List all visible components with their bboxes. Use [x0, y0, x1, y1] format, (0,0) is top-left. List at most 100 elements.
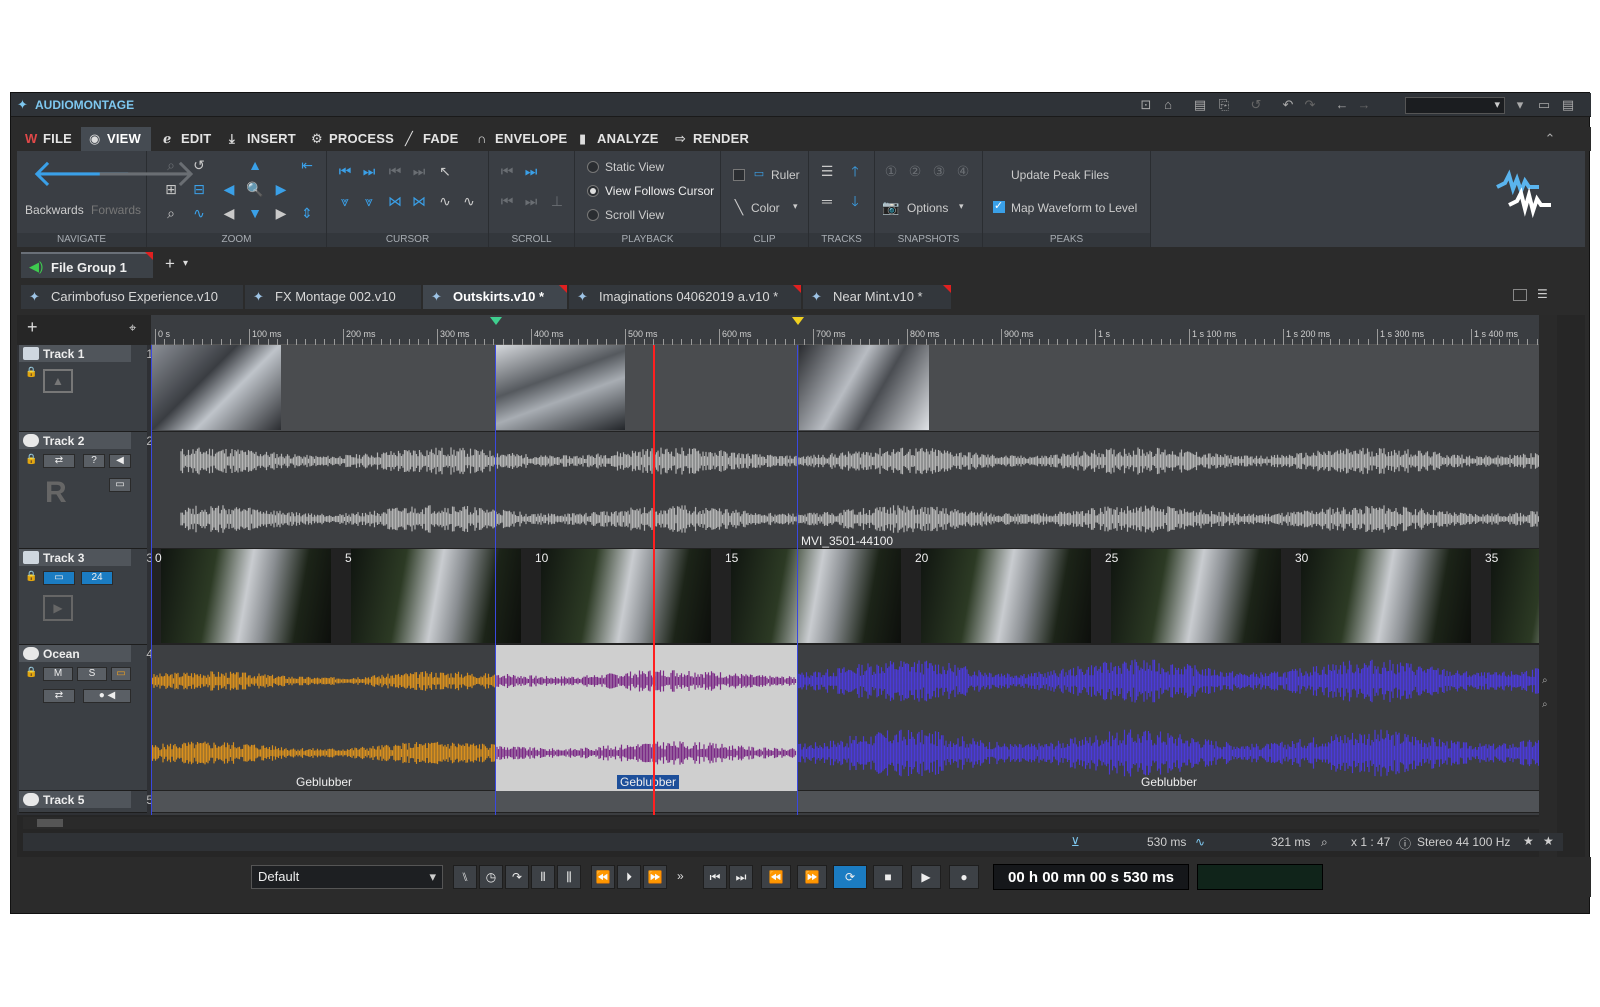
star-icon[interactable]: ★ — [1543, 834, 1554, 848]
transport-preset-dropdown[interactable]: Default — [251, 865, 443, 889]
scroll-center-icon[interactable]: ⊥ — [547, 191, 567, 211]
time-ruler[interactable]: 0 s 100 ms 200 ms 300 ms 400 ms 500 ms 600 ms 7… — [151, 315, 1557, 345]
map-waveform-checkbox[interactable] — [993, 199, 1005, 213]
update-peak-files-button[interactable]: Update Peak Files — [1011, 168, 1109, 182]
zoom-selection-icon[interactable]: ⊟ — [189, 179, 209, 199]
back-icon[interactable]: ← — [1333, 96, 1351, 114]
save-as-icon[interactable]: ⎘ — [1215, 96, 1233, 114]
tab-render[interactable]: ⇨ RENDER — [667, 127, 757, 151]
doc-tab[interactable]: ✦ Near Mint.v10 * — [803, 285, 951, 309]
file-group-dropdown-icon[interactable]: ▾ — [183, 258, 188, 269]
clock-icon[interactable]: ◷ — [479, 865, 503, 889]
snapshot-1-icon[interactable]: ① — [881, 161, 901, 181]
effects-button[interactable]: ⇄ — [43, 454, 75, 468]
track-lane[interactable]: Geblubber Geblubber Geblubber — [151, 645, 1539, 791]
more-icon[interactable]: » — [677, 869, 684, 883]
cursor-clip-end-icon[interactable]: ⩔ — [359, 191, 379, 211]
zoom-wave-icon[interactable]: ∿ — [189, 203, 209, 223]
zoom-undo-icon[interactable]: ↺ — [189, 155, 209, 175]
lock-icon[interactable]: 🔒 — [25, 454, 37, 465]
track-list-icon[interactable]: ☰ — [817, 161, 837, 181]
ruler-label[interactable]: Ruler — [771, 168, 800, 182]
zoom-in-icon[interactable]: ⌕ — [1542, 675, 1548, 686]
tab-analyze[interactable]: ▮ ANALYZE — [571, 127, 667, 151]
record-icon[interactable]: ● — [949, 865, 979, 889]
scroll-view-radio[interactable] — [587, 209, 599, 221]
output-button[interactable]: ▭ — [109, 478, 131, 492]
zoom-all-icon[interactable]: ⌕ — [161, 203, 181, 223]
go-end-icon[interactable]: ⏭ — [729, 865, 753, 889]
tab-file[interactable]: W FILE — [17, 127, 79, 151]
tab-menu-icon[interactable]: ☰ — [1537, 287, 1548, 301]
scroll-thumb[interactable] — [37, 819, 63, 827]
track-lane[interactable]: 0 5 10 15 20 25 30 35 — [151, 549, 1539, 645]
backwards-button[interactable]: Backwards — [25, 203, 84, 217]
track-collapse-icon[interactable]: ═ — [817, 191, 837, 211]
track-lanes[interactable]: MVI_3501-44100 0 5 10 15 20 25 30 35 Geblubber … — [151, 345, 1539, 815]
track-header[interactable]: Track 2 2 🔒 ⇄ ? ◀ ▭ R — [19, 432, 153, 549]
menu-icon[interactable]: ▾ — [1511, 96, 1529, 114]
options-dropdown-icon[interactable]: ▾ — [959, 201, 964, 212]
options-button[interactable]: Options — [907, 201, 948, 215]
prev-region-icon[interactable]: ⏪ — [591, 865, 615, 889]
zoom-tool-icon[interactable]: ⌕ — [161, 155, 181, 175]
tab-view[interactable]: ◉ VIEW — [81, 127, 151, 151]
cursor-next-icon[interactable]: ⏭ — [409, 161, 429, 181]
scroll-start-icon[interactable]: ⏮ — [497, 161, 517, 181]
cursor-prev-marker-icon[interactable]: ⏮ — [335, 161, 355, 181]
layout-icon[interactable]: ▤ — [1559, 96, 1577, 114]
zoom-fit-icon[interactable]: ⊞ — [161, 179, 181, 199]
zoom-left-icon[interactable]: ◀ — [219, 203, 239, 223]
input-button[interactable]: ? — [83, 454, 105, 468]
clip-name-selected[interactable]: Geblubber — [617, 775, 680, 789]
cursor-wave-end-icon[interactable]: ∿ — [459, 191, 479, 211]
save-icon[interactable]: ▤ — [1191, 96, 1209, 114]
next-region-icon[interactable]: ⏩ — [643, 865, 667, 889]
zoom-out-h-icon[interactable]: ◀ — [219, 179, 239, 199]
static-view-radio[interactable] — [587, 161, 599, 173]
effects-button[interactable]: ⇄ — [43, 689, 75, 703]
cursor-region-end-icon[interactable]: ⋈ — [409, 191, 429, 211]
track-header[interactable]: Ocean 4 🔒 M S ▭ ⇄ ● ◀ — [19, 645, 153, 791]
target-icon[interactable]: ⌖ — [129, 320, 136, 336]
snapshot-3-icon[interactable]: ③ — [929, 161, 949, 181]
history-icon[interactable]: ↺ — [1247, 96, 1265, 114]
record-button[interactable]: ● ◀ — [83, 689, 131, 703]
lock-icon[interactable]: 🔒 — [25, 367, 37, 378]
cursor-wave-start-icon[interactable]: ∿ — [435, 191, 455, 211]
time-display[interactable]: 00 h 00 mn 00 s 530 ms — [993, 864, 1189, 890]
fast-forward-icon[interactable]: ⏩ — [797, 865, 827, 889]
tab-envelope[interactable]: ∩ ENVELOPE — [469, 127, 569, 151]
video-mode-button[interactable]: ▭ — [43, 571, 75, 585]
favorite-icon[interactable]: ★ — [1523, 834, 1534, 848]
zoom-right-icon[interactable]: ▶ — [271, 203, 291, 223]
tab-edit[interactable]: ℯ EDIT — [155, 127, 221, 151]
track-up-icon[interactable]: 🡑 — [845, 161, 865, 181]
cursor-region-start-icon[interactable]: ⋈ — [385, 191, 405, 211]
zoom-vertical-icon[interactable]: ⇕ — [297, 203, 317, 223]
image-clip[interactable] — [799, 345, 929, 430]
snapshot-2-icon[interactable]: ② — [905, 161, 925, 181]
window-mode-icon[interactable] — [1513, 289, 1527, 301]
doc-tab[interactable]: ✦ Imaginations 04062019 a.v10 * — [569, 285, 801, 309]
tab-insert[interactable]: ⤓ INSERT — [221, 127, 305, 151]
loop-arc-icon[interactable]: ↷ — [505, 865, 529, 889]
track-header[interactable]: Track 5 5 — [19, 791, 153, 813]
track-header[interactable]: Track 1 1 🔒 ▲ — [19, 345, 153, 432]
zoom-out-icon[interactable]: ⌕ — [1542, 699, 1548, 710]
frame-mode-button[interactable]: 24 — [81, 571, 113, 585]
play-icon[interactable]: ▶ — [911, 865, 941, 889]
track-down-icon[interactable]: 🡓 — [845, 191, 865, 211]
scroll-right-icon[interactable]: ⏭ — [521, 191, 541, 211]
output-button[interactable]: ▭ — [111, 667, 131, 681]
maximize-icon[interactable]: ▭ — [1535, 96, 1553, 114]
mute-button[interactable]: M — [43, 667, 73, 681]
clip-name[interactable]: Geblubber — [296, 775, 352, 789]
play-region-icon[interactable]: ⫴ — [531, 865, 555, 889]
cursor-prev-icon[interactable]: ⏮ — [385, 161, 405, 181]
undo-icon[interactable]: ↶ — [1279, 96, 1297, 114]
redo-icon[interactable]: ↷ — [1301, 96, 1319, 114]
stop-icon[interactable]: ■ — [873, 865, 903, 889]
ruler-checkbox[interactable] — [733, 169, 745, 181]
collapse-ribbon-icon[interactable]: ⌃ — [1541, 130, 1559, 148]
